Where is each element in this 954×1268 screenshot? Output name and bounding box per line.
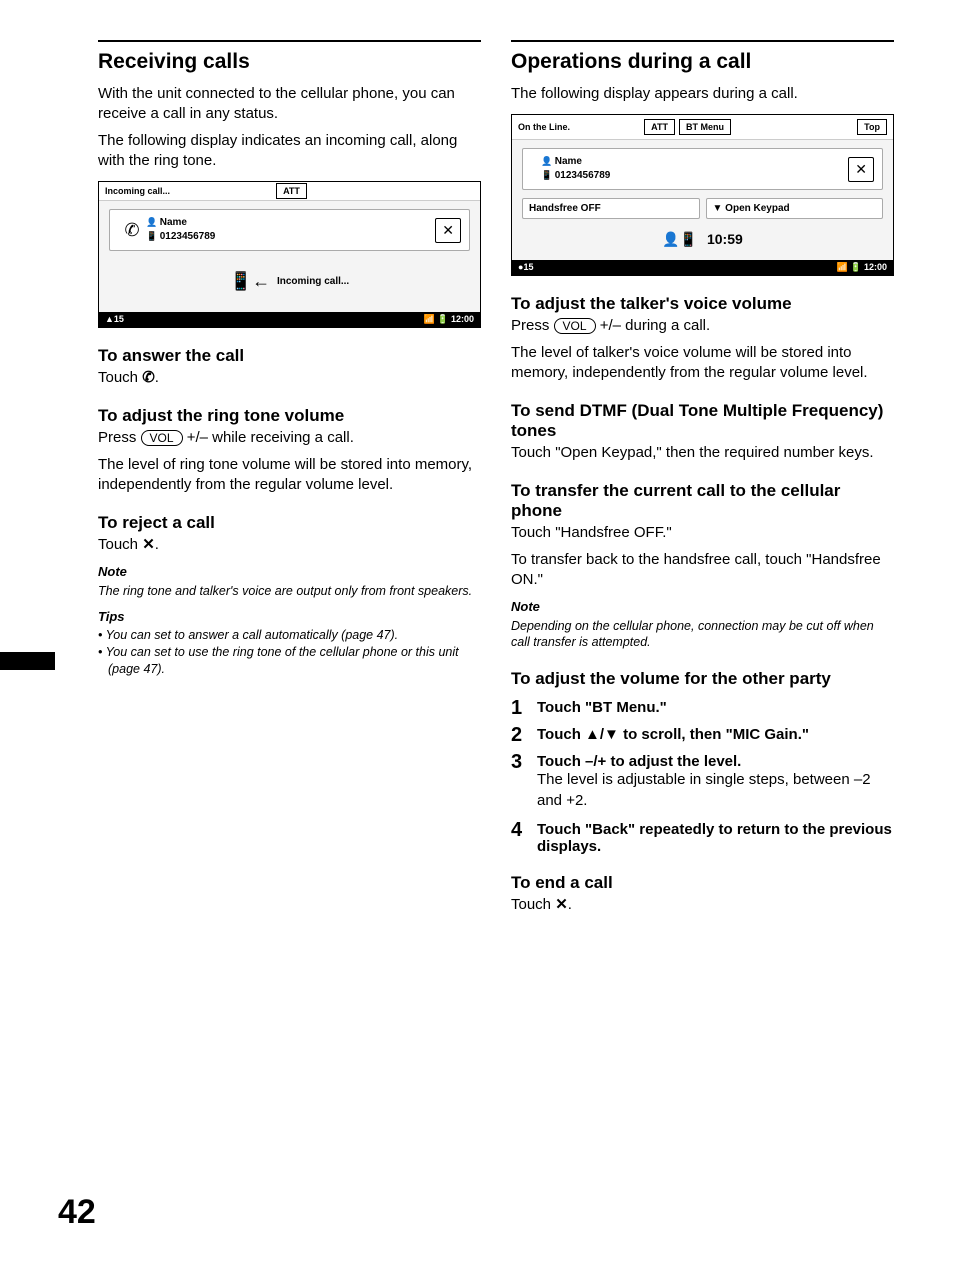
answer-icon-inline: ✆ xyxy=(142,369,155,386)
fig2-caller-number: 0123456789 xyxy=(541,169,848,183)
ring-volume-body: The level of ring tone volume will be st… xyxy=(98,455,481,496)
fig1-att-button[interactable]: ATT xyxy=(276,183,307,199)
open-keypad-button[interactable]: ▼ Open Keypad xyxy=(706,198,884,219)
heading-answer-call: To answer the call xyxy=(98,346,481,366)
fig1-caller-number: 0123456789 xyxy=(146,230,435,244)
step-2: Touch ▲/▼ to scroll, then "MIC Gain." xyxy=(511,726,894,743)
heading-reject-call: To reject a call xyxy=(98,513,481,533)
fig2-btmenu-button[interactable]: BT Menu xyxy=(679,119,731,135)
end-call-text: Touch ✕. xyxy=(511,895,894,915)
right-intro: The following display appears during a c… xyxy=(511,84,894,104)
note-label-2: Note xyxy=(511,598,894,616)
tips-label: Tips xyxy=(98,608,481,626)
fig1-bottom-left: ▲15 xyxy=(105,314,124,325)
answer-call-text: Touch ✆. xyxy=(98,368,481,388)
tip-1: You can set to answer a call automatical… xyxy=(98,627,481,644)
side-tab-marker xyxy=(0,652,55,670)
talker-volume-press: Press VOL +/– during a call. xyxy=(511,316,894,336)
heading-talker-volume: To adjust the talker's voice volume xyxy=(511,294,894,314)
heading-dtmf: To send DTMF (Dual Tone Multiple Frequen… xyxy=(511,401,894,441)
heading-ring-volume: To adjust the ring tone volume xyxy=(98,406,481,426)
step-4: Touch "Back" repeatedly to return to the… xyxy=(511,821,894,855)
phone-device-icon: 📱← xyxy=(230,271,270,291)
note-text-2: Depending on the cellular phone, connect… xyxy=(511,618,894,652)
page-number: 42 xyxy=(58,1193,96,1232)
tip-2: You can set to use the ring tone of the … xyxy=(98,644,481,678)
heading-other-party-volume: To adjust the volume for the other party xyxy=(511,669,894,689)
fig2-att-button[interactable]: ATT xyxy=(644,119,675,135)
fig2-status-text: On the Line. xyxy=(518,122,640,132)
ring-volume-press: Press VOL +/– while receiving a call. xyxy=(98,428,481,448)
right-column: Operations during a call The following d… xyxy=(511,40,894,921)
end-call-icon-inline: ✕ xyxy=(555,896,568,913)
fig2-reject-call-icon[interactable]: ✕ xyxy=(848,157,874,182)
fig2-bottom-left: ●15 xyxy=(518,262,533,273)
heading-end-call: To end a call xyxy=(511,873,894,893)
transfer-body-1: Touch "Handsfree OFF." xyxy=(511,523,894,543)
vol-key: VOL xyxy=(141,430,183,446)
step-3: Touch –/+ to adjust the level. The level… xyxy=(511,753,894,811)
vol-key-2: VOL xyxy=(554,318,596,334)
dtmf-body: Touch "Open Keypad," then the required n… xyxy=(511,443,894,463)
note-label: Note xyxy=(98,563,481,581)
call-duration-icon: 👤📱 xyxy=(662,231,697,247)
left-column: Receiving calls With the unit connected … xyxy=(98,40,481,921)
fig1-center-text: Incoming call... xyxy=(277,276,349,287)
fig1-status-text: Incoming call... xyxy=(105,186,228,196)
tips-list: You can set to answer a call automatical… xyxy=(98,627,481,678)
section-rule xyxy=(98,40,481,42)
fig2-caller-name: Name xyxy=(541,155,848,169)
fig1-caller-name: Name xyxy=(146,216,435,230)
step-1: Touch "BT Menu." xyxy=(511,699,894,716)
heading-operations-during-call: Operations during a call xyxy=(511,50,894,74)
fig2-bottom-right: 📶 🔋 12:00 xyxy=(837,262,887,273)
figure-during-call: On the Line. ATT BT Menu Top Name 012345… xyxy=(511,114,894,276)
talker-volume-body: The level of talker's voice volume will … xyxy=(511,343,894,384)
intro-para-1: With the unit connected to the cellular … xyxy=(98,84,481,125)
reject-call-text: Touch ✕. xyxy=(98,535,481,555)
figure-incoming-call: Incoming call... ATT ✆ Name 0123456789 ✕… xyxy=(98,181,481,328)
fig1-bottom-right: 📶 🔋 12:00 xyxy=(424,314,474,325)
heading-receiving-calls: Receiving calls xyxy=(98,50,481,74)
heading-transfer: To transfer the current call to the cell… xyxy=(511,481,894,521)
section-rule xyxy=(511,40,894,42)
call-duration: 10:59 xyxy=(707,231,743,247)
steps-list: Touch "BT Menu." Touch ▲/▼ to scroll, th… xyxy=(511,699,894,855)
transfer-body-2: To transfer back to the handsfree call, … xyxy=(511,550,894,591)
fig2-top-button[interactable]: Top xyxy=(857,119,887,135)
answer-call-icon[interactable]: ✆ xyxy=(118,220,146,241)
reject-icon-inline: ✕ xyxy=(142,536,155,553)
handsfree-off-button[interactable]: Handsfree OFF xyxy=(522,198,700,219)
note-text: The ring tone and talker's voice are out… xyxy=(98,583,481,600)
reject-call-icon[interactable]: ✕ xyxy=(435,218,461,243)
intro-para-2: The following display indicates an incom… xyxy=(98,131,481,172)
